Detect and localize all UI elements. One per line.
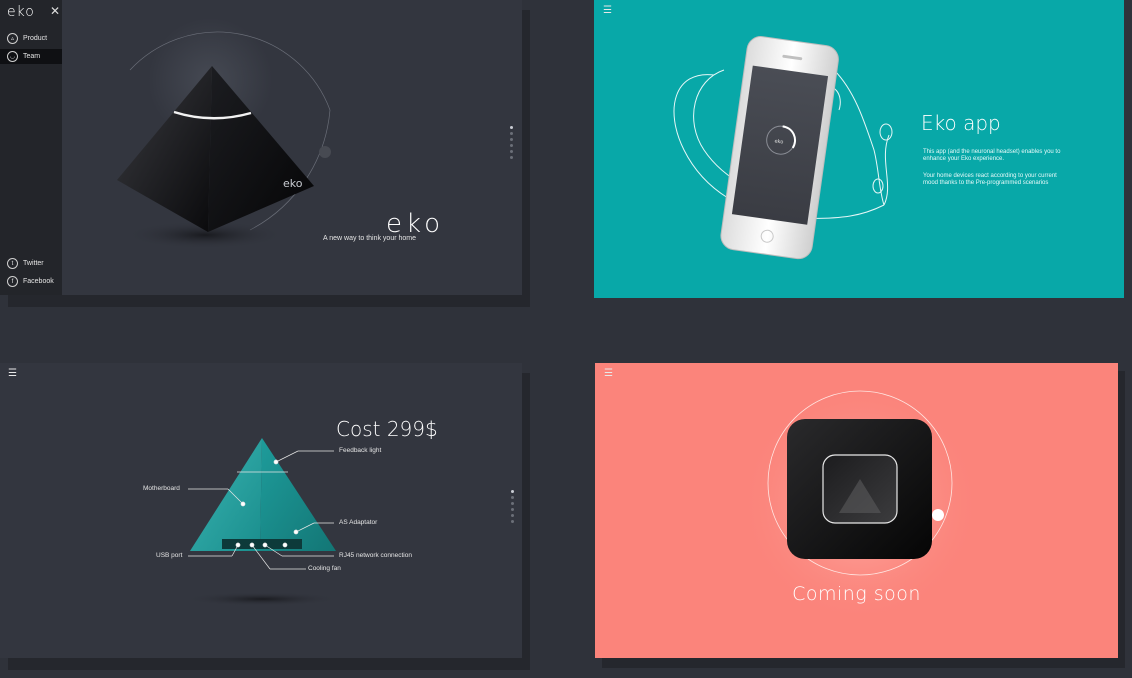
page-dot[interactable] bbox=[511, 496, 514, 499]
label-cooling-fan: Cooling fan bbox=[308, 565, 341, 572]
page-dot[interactable] bbox=[511, 514, 514, 517]
app-description: This app (and the neuronal headset) enab… bbox=[923, 149, 1061, 162]
user-icon: ◡ bbox=[7, 51, 18, 62]
sidebar-item-team[interactable]: ◡ Team bbox=[0, 49, 62, 64]
triangle-icon: ▵ bbox=[7, 33, 18, 44]
page-dot[interactable] bbox=[510, 150, 513, 153]
sidebar-logo[interactable]: eko bbox=[7, 4, 35, 20]
page-dot[interactable] bbox=[510, 156, 513, 159]
sidebar-item-label: Facebook bbox=[23, 278, 54, 285]
app-panel: ☰ eko Eko app This app (and the neuronal… bbox=[594, 0, 1124, 298]
product-hero-panel: eko eko A new way to think your home eko… bbox=[0, 0, 522, 295]
tagline: A new way to think your home bbox=[323, 235, 416, 242]
page-dot[interactable] bbox=[510, 132, 513, 135]
sidebar-item-label: Team bbox=[23, 53, 41, 60]
device-top-illustration bbox=[740, 383, 980, 623]
label-usb-port: USB port bbox=[156, 552, 183, 559]
specs-panel: ☰ Cost 299$ Feedback light Motherboard A… bbox=[0, 363, 522, 658]
specs-diagram bbox=[184, 438, 340, 606]
app-description-2: Your home devices react according to you… bbox=[923, 173, 1057, 186]
label-motherboard: Motherboard bbox=[143, 485, 180, 492]
page-dots bbox=[511, 490, 514, 526]
hero-graphic: eko eko A new way to think your home bbox=[117, 18, 440, 249]
sidebar-item-label: Product bbox=[23, 35, 48, 42]
page-dots bbox=[510, 126, 514, 162]
page-dot[interactable] bbox=[511, 520, 514, 523]
twitter-icon: t bbox=[7, 258, 18, 269]
svg-text:eko: eko bbox=[774, 138, 784, 145]
sidebar-item-label: Twitter bbox=[23, 260, 44, 267]
coming-soon-text: Coming soon bbox=[792, 583, 921, 605]
app-title: Eko app bbox=[921, 111, 1001, 135]
page-dot[interactable] bbox=[510, 144, 513, 147]
page-dot[interactable] bbox=[510, 126, 513, 129]
device-logo: eko bbox=[283, 177, 303, 190]
sidebar-item-facebook[interactable]: f Facebook bbox=[0, 274, 62, 289]
sidebar-item-product[interactable]: ▵ Product bbox=[0, 31, 62, 46]
page-dot[interactable] bbox=[511, 508, 514, 511]
sidebar: eko ✕ ▵ Product ◡ Team t Twitter f Faceb… bbox=[0, 0, 62, 295]
close-icon[interactable]: ✕ bbox=[50, 4, 60, 18]
sidebar-item-twitter[interactable]: t Twitter bbox=[0, 256, 62, 271]
facebook-icon: f bbox=[7, 276, 18, 287]
label-feedback-light: Feedback light bbox=[339, 447, 382, 454]
page-dot[interactable] bbox=[511, 502, 514, 505]
label-as-adaptator: AS Adaptator bbox=[339, 519, 378, 526]
page-dot[interactable] bbox=[510, 138, 513, 141]
coming-soon-panel: ☰ Coming soon bbox=[595, 363, 1118, 658]
page-dot[interactable] bbox=[511, 490, 514, 493]
label-rj45: RJ45 network connection bbox=[339, 552, 412, 559]
